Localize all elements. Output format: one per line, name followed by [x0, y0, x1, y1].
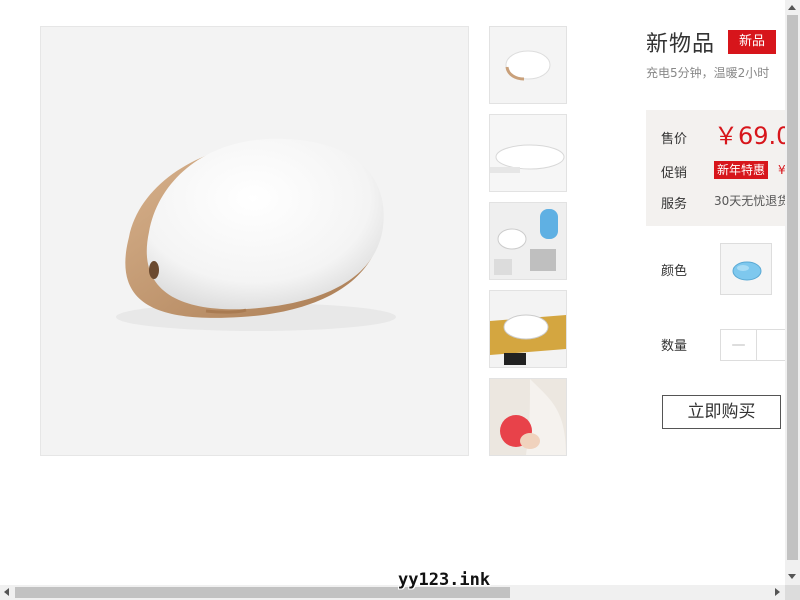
scrollbar-corner	[785, 585, 800, 600]
thumbnail-3[interactable]	[489, 202, 567, 280]
white-warmer-thumbnail-icon	[490, 27, 566, 103]
thumbnail-1[interactable]	[489, 26, 567, 104]
product-subtitle: 充电5分钟，温暖2小时	[646, 66, 770, 80]
scroll-down-icon[interactable]	[788, 574, 796, 579]
warmer-side-view-thumbnail-icon	[490, 115, 566, 191]
service-label: 服务	[661, 197, 688, 212]
price-box: 售价 ￥69.00 促销 新年特惠 ¥ 服务 30天无忧退货	[646, 110, 786, 226]
promo-label: 促销	[661, 166, 688, 181]
vertical-scroll-thumb[interactable]	[787, 15, 798, 560]
buy-now-button[interactable]: 立即购买	[662, 395, 781, 429]
blue-hand-warmer-swatch-icon	[732, 261, 762, 281]
watermark: yy123.ink	[398, 570, 491, 590]
hand-warmer-illustration	[116, 138, 396, 331]
scroll-right-icon[interactable]	[775, 588, 780, 596]
thumbnail-2[interactable]	[489, 114, 567, 192]
color-label: 颜色	[661, 264, 688, 279]
horizontal-scrollbar[interactable]	[0, 585, 785, 600]
color-swatch[interactable]	[720, 243, 772, 295]
vertical-scrollbar[interactable]	[785, 0, 800, 585]
scroll-left-icon[interactable]	[4, 588, 9, 596]
price-label: 售价	[661, 132, 688, 147]
service-text: 30天无忧退货	[714, 194, 786, 208]
red-warmer-in-hands-thumbnail-icon	[490, 379, 566, 455]
thumbnail-4[interactable]	[489, 290, 567, 368]
quantity-stepper[interactable]: —	[720, 329, 792, 361]
warmer-on-yellow-thumbnail-icon	[490, 291, 566, 367]
lifestyle-desk-thumbnail-icon	[490, 203, 566, 279]
product-page: 新物品 新品 充电5分钟，温暖2小时 售价 ￥69.00 促销 新年特惠 ¥ 服…	[0, 0, 800, 600]
main-product-image	[40, 26, 469, 456]
quantity-label: 数量	[661, 339, 688, 354]
new-badge: 新品	[728, 30, 776, 54]
thumbnail-5[interactable]	[489, 378, 567, 456]
quantity-minus-button[interactable]: —	[721, 330, 757, 360]
promo-tag: 新年特惠	[714, 161, 769, 179]
price-value: ￥69.00	[714, 122, 786, 150]
scroll-up-icon[interactable]	[788, 5, 796, 10]
product-title: 新物品	[646, 32, 716, 57]
